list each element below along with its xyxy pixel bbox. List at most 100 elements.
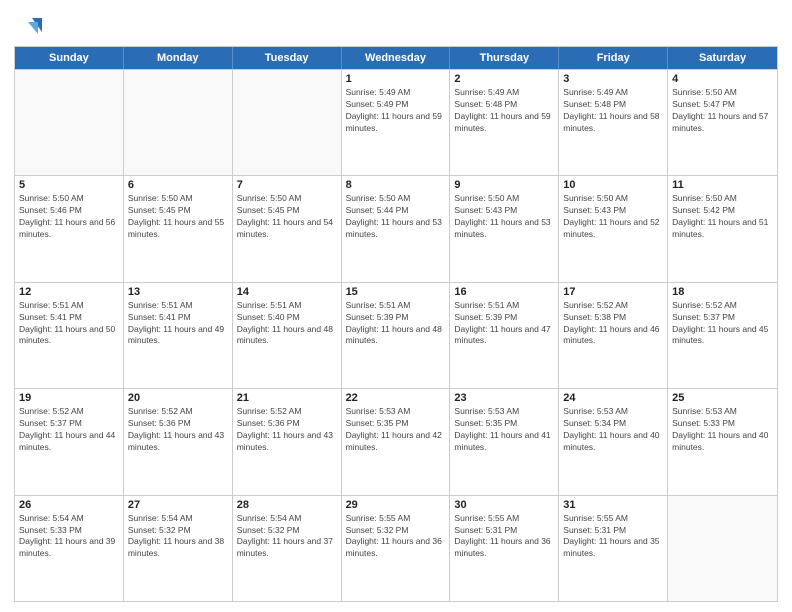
cell-date-17: 17 xyxy=(563,286,663,298)
calendar-cell-1-2 xyxy=(124,70,233,175)
cell-info-25: Sunrise: 5:53 AMSunset: 5:33 PMDaylight:… xyxy=(672,406,773,454)
cell-info-15: Sunrise: 5:51 AMSunset: 5:39 PMDaylight:… xyxy=(346,300,446,348)
cell-date-1: 1 xyxy=(346,73,446,85)
calendar-cell-1-1 xyxy=(15,70,124,175)
calendar-row-3: 12 Sunrise: 5:51 AMSunset: 5:41 PMDayligh… xyxy=(15,282,777,388)
cell-date-7: 7 xyxy=(237,179,337,191)
cell-info-6: Sunrise: 5:50 AMSunset: 5:45 PMDaylight:… xyxy=(128,193,228,241)
cell-date-19: 19 xyxy=(19,392,119,404)
cell-date-14: 14 xyxy=(237,286,337,298)
cell-info-21: Sunrise: 5:52 AMSunset: 5:36 PMDaylight:… xyxy=(237,406,337,454)
cell-info-20: Sunrise: 5:52 AMSunset: 5:36 PMDaylight:… xyxy=(128,406,228,454)
calendar-header: SundayMondayTuesdayWednesdayThursdayFrid… xyxy=(15,47,777,69)
cell-date-23: 23 xyxy=(454,392,554,404)
calendar-cell-5-3: 28 Sunrise: 5:54 AMSunset: 5:32 PMDayligh… xyxy=(233,496,342,601)
cell-date-29: 29 xyxy=(346,499,446,511)
calendar-cell-1-4: 1 Sunrise: 5:49 AMSunset: 5:49 PMDaylight… xyxy=(342,70,451,175)
cell-info-24: Sunrise: 5:53 AMSunset: 5:34 PMDaylight:… xyxy=(563,406,663,454)
cell-info-28: Sunrise: 5:54 AMSunset: 5:32 PMDaylight:… xyxy=(237,513,337,561)
calendar-cell-1-6: 3 Sunrise: 5:49 AMSunset: 5:48 PMDaylight… xyxy=(559,70,668,175)
calendar-cell-1-3 xyxy=(233,70,342,175)
cell-date-20: 20 xyxy=(128,392,228,404)
cell-info-7: Sunrise: 5:50 AMSunset: 5:45 PMDaylight:… xyxy=(237,193,337,241)
calendar-cell-1-5: 2 Sunrise: 5:49 AMSunset: 5:48 PMDaylight… xyxy=(450,70,559,175)
cell-date-15: 15 xyxy=(346,286,446,298)
cell-info-5: Sunrise: 5:50 AMSunset: 5:46 PMDaylight:… xyxy=(19,193,119,241)
calendar-cell-3-4: 15 Sunrise: 5:51 AMSunset: 5:39 PMDayligh… xyxy=(342,283,451,388)
cell-date-4: 4 xyxy=(672,73,773,85)
cell-info-31: Sunrise: 5:55 AMSunset: 5:31 PMDaylight:… xyxy=(563,513,663,561)
calendar-cell-3-6: 17 Sunrise: 5:52 AMSunset: 5:38 PMDayligh… xyxy=(559,283,668,388)
calendar-cell-4-4: 22Sunrise: 5:53 AMSunset: 5:35 PMDayligh… xyxy=(342,389,451,494)
calendar-cell-5-2: 27 Sunrise: 5:54 AMSunset: 5:32 PMDayligh… xyxy=(124,496,233,601)
cell-date-28: 28 xyxy=(237,499,337,511)
cell-info-14: Sunrise: 5:51 AMSunset: 5:40 PMDaylight:… xyxy=(237,300,337,348)
cell-info-22: Sunrise: 5:53 AMSunset: 5:35 PMDaylight:… xyxy=(346,406,446,454)
header-cell-monday: Monday xyxy=(124,47,233,69)
cell-date-31: 31 xyxy=(563,499,663,511)
cell-info-10: Sunrise: 5:50 AMSunset: 5:43 PMDaylight:… xyxy=(563,193,663,241)
calendar-cell-4-3: 21 Sunrise: 5:52 AMSunset: 5:36 PMDayligh… xyxy=(233,389,342,494)
calendar-cell-2-4: 8 Sunrise: 5:50 AMSunset: 5:44 PMDaylight… xyxy=(342,176,451,281)
cell-info-12: Sunrise: 5:51 AMSunset: 5:41 PMDaylight:… xyxy=(19,300,119,348)
calendar-cell-3-2: 13Sunrise: 5:51 AMSunset: 5:41 PMDayligh… xyxy=(124,283,233,388)
calendar-cell-3-3: 14 Sunrise: 5:51 AMSunset: 5:40 PMDayligh… xyxy=(233,283,342,388)
cell-info-1: Sunrise: 5:49 AMSunset: 5:49 PMDaylight:… xyxy=(346,87,446,135)
cell-date-21: 21 xyxy=(237,392,337,404)
calendar-cell-1-7: 4 Sunrise: 5:50 AMSunset: 5:47 PMDaylight… xyxy=(668,70,777,175)
calendar-cell-5-7 xyxy=(668,496,777,601)
calendar-cell-4-5: 23 Sunrise: 5:53 AMSunset: 5:35 PMDayligh… xyxy=(450,389,559,494)
cell-info-16: Sunrise: 5:51 AMSunset: 5:39 PMDaylight:… xyxy=(454,300,554,348)
cell-info-17: Sunrise: 5:52 AMSunset: 5:38 PMDaylight:… xyxy=(563,300,663,348)
cell-date-9: 9 xyxy=(454,179,554,191)
calendar-cell-5-1: 26 Sunrise: 5:54 AMSunset: 5:33 PMDayligh… xyxy=(15,496,124,601)
calendar-cell-2-3: 7 Sunrise: 5:50 AMSunset: 5:45 PMDaylight… xyxy=(233,176,342,281)
header-cell-saturday: Saturday xyxy=(668,47,777,69)
calendar-cell-4-7: 25 Sunrise: 5:53 AMSunset: 5:33 PMDayligh… xyxy=(668,389,777,494)
cell-info-18: Sunrise: 5:52 AMSunset: 5:37 PMDaylight:… xyxy=(672,300,773,348)
calendar-row-5: 26 Sunrise: 5:54 AMSunset: 5:33 PMDayligh… xyxy=(15,495,777,601)
header-cell-wednesday: Wednesday xyxy=(342,47,451,69)
cell-info-13: Sunrise: 5:51 AMSunset: 5:41 PMDaylight:… xyxy=(128,300,228,348)
cell-date-25: 25 xyxy=(672,392,773,404)
cell-date-26: 26 xyxy=(19,499,119,511)
calendar-cell-2-7: 11Sunrise: 5:50 AMSunset: 5:42 PMDayligh… xyxy=(668,176,777,281)
cell-date-11: 11 xyxy=(672,179,773,191)
calendar-cell-3-7: 18 Sunrise: 5:52 AMSunset: 5:37 PMDayligh… xyxy=(668,283,777,388)
cell-info-3: Sunrise: 5:49 AMSunset: 5:48 PMDaylight:… xyxy=(563,87,663,135)
cell-info-8: Sunrise: 5:50 AMSunset: 5:44 PMDaylight:… xyxy=(346,193,446,241)
cell-info-30: Sunrise: 5:55 AMSunset: 5:31 PMDaylight:… xyxy=(454,513,554,561)
cell-info-27: Sunrise: 5:54 AMSunset: 5:32 PMDaylight:… xyxy=(128,513,228,561)
cell-info-9: Sunrise: 5:50 AMSunset: 5:43 PMDaylight:… xyxy=(454,193,554,241)
cell-info-23: Sunrise: 5:53 AMSunset: 5:35 PMDaylight:… xyxy=(454,406,554,454)
cell-date-18: 18 xyxy=(672,286,773,298)
calendar-cell-4-1: 19 Sunrise: 5:52 AMSunset: 5:37 PMDayligh… xyxy=(15,389,124,494)
calendar-cell-2-6: 10 Sunrise: 5:50 AMSunset: 5:43 PMDayligh… xyxy=(559,176,668,281)
calendar-cell-3-1: 12 Sunrise: 5:51 AMSunset: 5:41 PMDayligh… xyxy=(15,283,124,388)
cell-date-3: 3 xyxy=(563,73,663,85)
cell-info-4: Sunrise: 5:50 AMSunset: 5:47 PMDaylight:… xyxy=(672,87,773,135)
cell-date-5: 5 xyxy=(19,179,119,191)
calendar-cell-2-5: 9 Sunrise: 5:50 AMSunset: 5:43 PMDaylight… xyxy=(450,176,559,281)
cell-date-2: 2 xyxy=(454,73,554,85)
cell-info-26: Sunrise: 5:54 AMSunset: 5:33 PMDaylight:… xyxy=(19,513,119,561)
calendar-cell-4-6: 24Sunrise: 5:53 AMSunset: 5:34 PMDayligh… xyxy=(559,389,668,494)
calendar-row-4: 19 Sunrise: 5:52 AMSunset: 5:37 PMDayligh… xyxy=(15,388,777,494)
cell-date-10: 10 xyxy=(563,179,663,191)
header-cell-tuesday: Tuesday xyxy=(233,47,342,69)
cell-date-8: 8 xyxy=(346,179,446,191)
header-cell-friday: Friday xyxy=(559,47,668,69)
calendar-cell-5-5: 30 Sunrise: 5:55 AMSunset: 5:31 PMDayligh… xyxy=(450,496,559,601)
cell-date-27: 27 xyxy=(128,499,228,511)
cell-info-2: Sunrise: 5:49 AMSunset: 5:48 PMDaylight:… xyxy=(454,87,554,135)
cell-date-16: 16 xyxy=(454,286,554,298)
cell-info-19: Sunrise: 5:52 AMSunset: 5:37 PMDaylight:… xyxy=(19,406,119,454)
calendar: SundayMondayTuesdayWednesdayThursdayFrid… xyxy=(14,46,778,602)
logo xyxy=(14,14,46,42)
logo-icon xyxy=(14,14,42,42)
cell-date-12: 12 xyxy=(19,286,119,298)
cell-date-6: 6 xyxy=(128,179,228,191)
calendar-cell-2-2: 6 Sunrise: 5:50 AMSunset: 5:45 PMDaylight… xyxy=(124,176,233,281)
cell-date-30: 30 xyxy=(454,499,554,511)
calendar-cell-3-5: 16 Sunrise: 5:51 AMSunset: 5:39 PMDayligh… xyxy=(450,283,559,388)
